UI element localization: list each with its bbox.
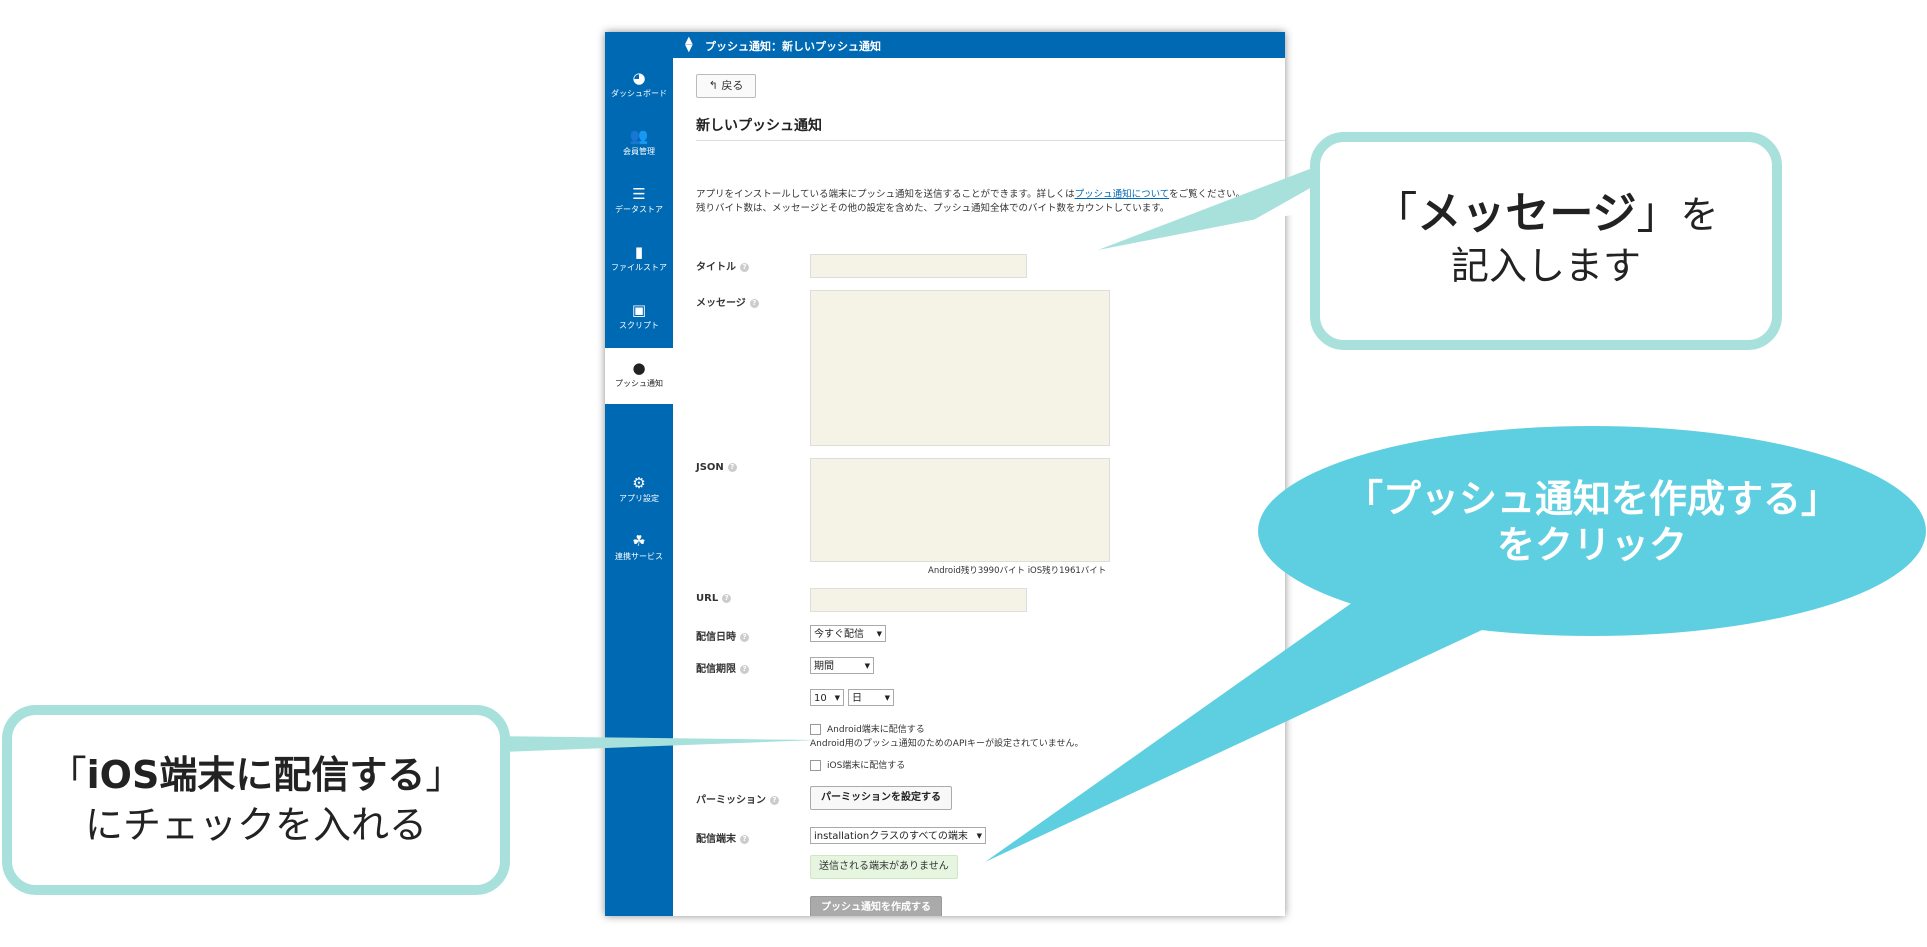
create-callout-line1: 「プッシュ通知を作成する」 (1344, 477, 1839, 521)
create-callout-tail (985, 595, 1482, 862)
bracket: 」 (425, 753, 464, 797)
ios-callout-tail (490, 736, 818, 752)
bracket: 「 (48, 753, 87, 797)
bracket: 」 (1636, 188, 1681, 239)
message-callout-line2: 記入します (1450, 244, 1641, 288)
ios-callout-line2: にチェックを入れる (84, 803, 427, 847)
callout-keyword: メッセージ (1417, 188, 1637, 239)
create-callout-line2: をクリック (1496, 523, 1687, 567)
message-callout: 「メッセージ」を 記入します (1310, 132, 1782, 350)
ios-callout-line1: 「iOS端末に配信する」 (12, 750, 500, 800)
callout-text: を (1680, 193, 1719, 237)
bracket: 「 (1373, 188, 1418, 239)
create-callout: 「プッシュ通知を作成する」 をクリック (1258, 426, 1926, 636)
message-callout-line1: 「メッセージ」を (1320, 187, 1772, 242)
ios-callout: 「iOS端末に配信する」 にチェックを入れる (2, 705, 510, 895)
callout-keyword: iOS端末に配信する (86, 753, 426, 797)
